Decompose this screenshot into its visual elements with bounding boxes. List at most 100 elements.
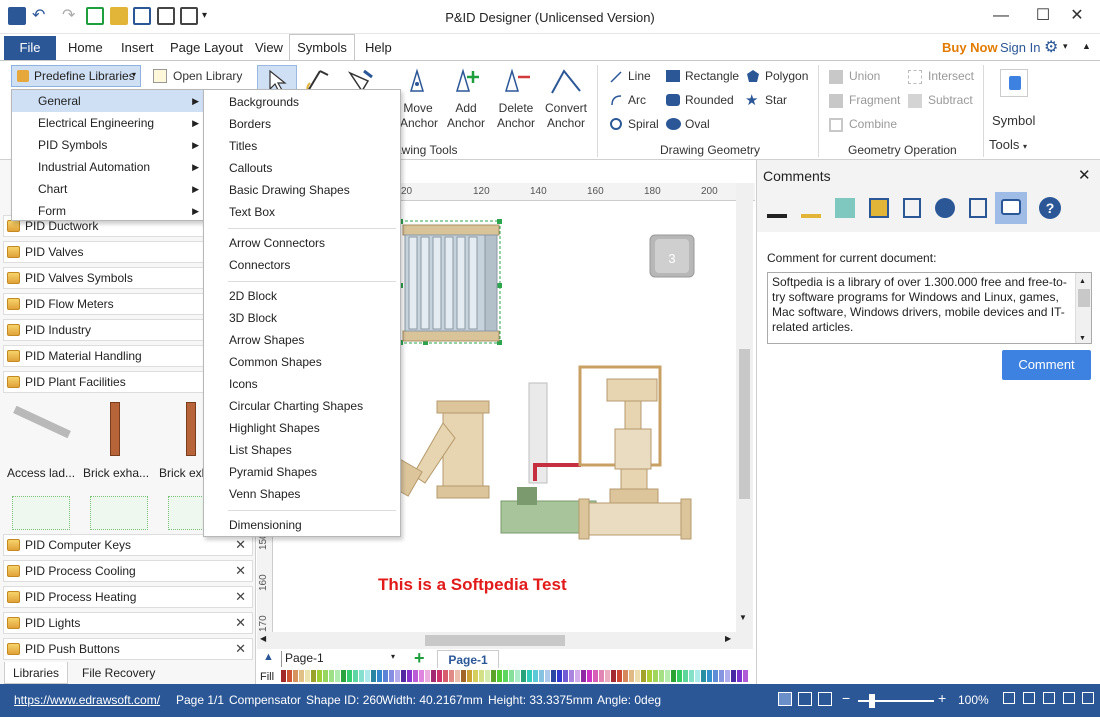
color-swatch[interactable] [629, 670, 634, 682]
color-swatch[interactable] [551, 670, 556, 682]
symbol-tools-label-1[interactable]: Symbol [992, 113, 1035, 128]
library-item[interactable]: PID Push Buttons ✕ [3, 638, 253, 660]
color-swatch[interactable] [353, 670, 358, 682]
color-swatch[interactable] [563, 670, 568, 682]
scroll-right-arrow-icon[interactable]: ▶ [725, 634, 731, 643]
color-swatch[interactable] [605, 670, 610, 682]
menu-item[interactable]: Form ▶ [12, 200, 203, 222]
delete-anchor-icon[interactable] [500, 67, 532, 95]
symbol-tools-icon[interactable] [1000, 69, 1028, 97]
tab-page-layout[interactable]: Page Layout [170, 40, 243, 55]
attachment-icon[interactable] [969, 198, 987, 218]
color-swatch[interactable] [527, 670, 532, 682]
tab-symbols[interactable]: Symbols [289, 34, 355, 60]
comment-button[interactable]: Comment [1002, 350, 1091, 380]
color-swatch[interactable] [377, 670, 382, 682]
color-swatch[interactable] [617, 670, 622, 682]
color-swatch[interactable] [683, 670, 688, 682]
submenu-item[interactable]: Arrow Shapes [229, 333, 304, 347]
color-swatch[interactable] [431, 670, 436, 682]
color-swatch[interactable] [641, 670, 646, 682]
color-swatch[interactable] [491, 670, 496, 682]
color-swatch[interactable] [317, 670, 322, 682]
comment-scrollbar[interactable]: ▲ ▼ [1075, 273, 1091, 343]
color-swatch[interactable] [497, 670, 502, 682]
menu-item[interactable]: General ▶ [12, 90, 203, 112]
convert-anchor-button[interactable]: Convert Anchor [543, 101, 589, 131]
page-view-icon[interactable] [778, 692, 792, 706]
color-swatch[interactable] [557, 670, 562, 682]
outline-view-icon[interactable] [818, 692, 832, 706]
full-screen-icon[interactable] [1043, 692, 1055, 704]
collapse-pagebar-icon[interactable]: ▲ [263, 651, 274, 663]
tab-help[interactable]: Help [365, 40, 392, 55]
color-swatch[interactable] [401, 670, 406, 682]
settings-gear-icon[interactable]: ⚙ [1044, 37, 1058, 57]
color-swatch[interactable] [371, 670, 376, 682]
color-swatch[interactable] [395, 670, 400, 682]
scroll-left-arrow-icon[interactable]: ◀ [260, 634, 266, 643]
menu-item[interactable]: Electrical Engineering ▶ [12, 112, 203, 134]
submenu-item[interactable]: Icons [229, 377, 258, 391]
library-item[interactable]: PID Process Heating ✕ [3, 586, 253, 608]
color-swatch[interactable] [425, 670, 430, 682]
submenu-item[interactable]: Backgrounds [229, 95, 299, 109]
vertical-scroll-thumb[interactable] [739, 349, 750, 499]
layers-icon[interactable] [869, 198, 889, 218]
color-swatch[interactable] [467, 670, 472, 682]
color-swatch[interactable] [689, 670, 694, 682]
scroll-up-arrow-icon[interactable]: ▲ [1079, 274, 1086, 289]
color-swatch[interactable] [329, 670, 334, 682]
color-swatch[interactable] [719, 670, 724, 682]
close-library-icon[interactable]: ✕ [235, 639, 246, 659]
library-shape-thumb[interactable] [90, 496, 148, 530]
scroll-down-arrow-icon[interactable]: ▼ [739, 613, 747, 622]
page-select-chevron-icon[interactable]: ▾ [391, 652, 395, 661]
submenu-item[interactable]: Pyramid Shapes [229, 465, 317, 479]
color-swatch[interactable] [365, 670, 370, 682]
color-swatch[interactable] [725, 670, 730, 682]
color-swatch[interactable] [413, 670, 418, 682]
close-panel-icon[interactable]: ✕ [1078, 166, 1091, 184]
spiral-button[interactable]: Spiral [628, 117, 659, 131]
delete-anchor-button[interactable]: Delete Anchor [494, 101, 538, 131]
color-swatch[interactable] [713, 670, 718, 682]
minimize-button[interactable]: — [986, 5, 1016, 27]
tab-home[interactable]: Home [68, 40, 103, 55]
color-swatch[interactable] [461, 670, 466, 682]
color-swatch[interactable] [449, 670, 454, 682]
fill-bucket-icon[interactable] [767, 198, 787, 218]
fit-page-icon[interactable] [1003, 692, 1015, 704]
tab-insert[interactable]: Insert [121, 40, 154, 55]
fragment-button[interactable]: Fragment [849, 93, 900, 107]
symbol-tools-label-2[interactable]: Tools ▾ [989, 137, 1027, 152]
color-swatch[interactable] [737, 670, 742, 682]
convert-anchor-icon[interactable] [550, 67, 582, 95]
rectangle-button[interactable]: Rectangle [685, 69, 739, 83]
comments-tool-button[interactable] [995, 192, 1027, 224]
submenu-item[interactable]: 2D Block [229, 289, 277, 303]
color-swatch[interactable] [287, 670, 292, 682]
library-item[interactable]: PID Lights ✕ [3, 612, 253, 634]
fit-width-icon[interactable] [1023, 692, 1035, 704]
rounded-button[interactable]: Rounded [685, 93, 734, 107]
predefine-libraries-button[interactable]: Predefine Libraries ▾ [11, 65, 141, 87]
submenu-item[interactable]: Arrow Connectors [229, 236, 325, 250]
color-swatch[interactable] [587, 670, 592, 682]
color-swatch[interactable] [479, 670, 484, 682]
open-library-button[interactable]: Open Library [173, 69, 242, 83]
color-swatch[interactable] [359, 670, 364, 682]
oval-button[interactable]: Oval [685, 117, 710, 131]
canvas-test-text[interactable]: This is a Softpedia Test [378, 575, 567, 595]
color-swatch[interactable] [503, 670, 508, 682]
web-view-icon[interactable] [798, 692, 812, 706]
color-swatch[interactable] [539, 670, 544, 682]
close-library-icon[interactable]: ✕ [235, 561, 246, 581]
horizontal-scrollbar[interactable]: ◀ ▶ [257, 632, 753, 649]
zoom-out-icon[interactable]: − [842, 690, 850, 706]
sign-in-link[interactable]: Sign In [1000, 40, 1040, 55]
tab-file-recovery[interactable]: File Recovery [74, 662, 163, 684]
color-swatch[interactable] [515, 670, 520, 682]
scroll-down-arrow-icon[interactable]: ▼ [1079, 331, 1086, 346]
color-swatch[interactable] [743, 670, 748, 682]
